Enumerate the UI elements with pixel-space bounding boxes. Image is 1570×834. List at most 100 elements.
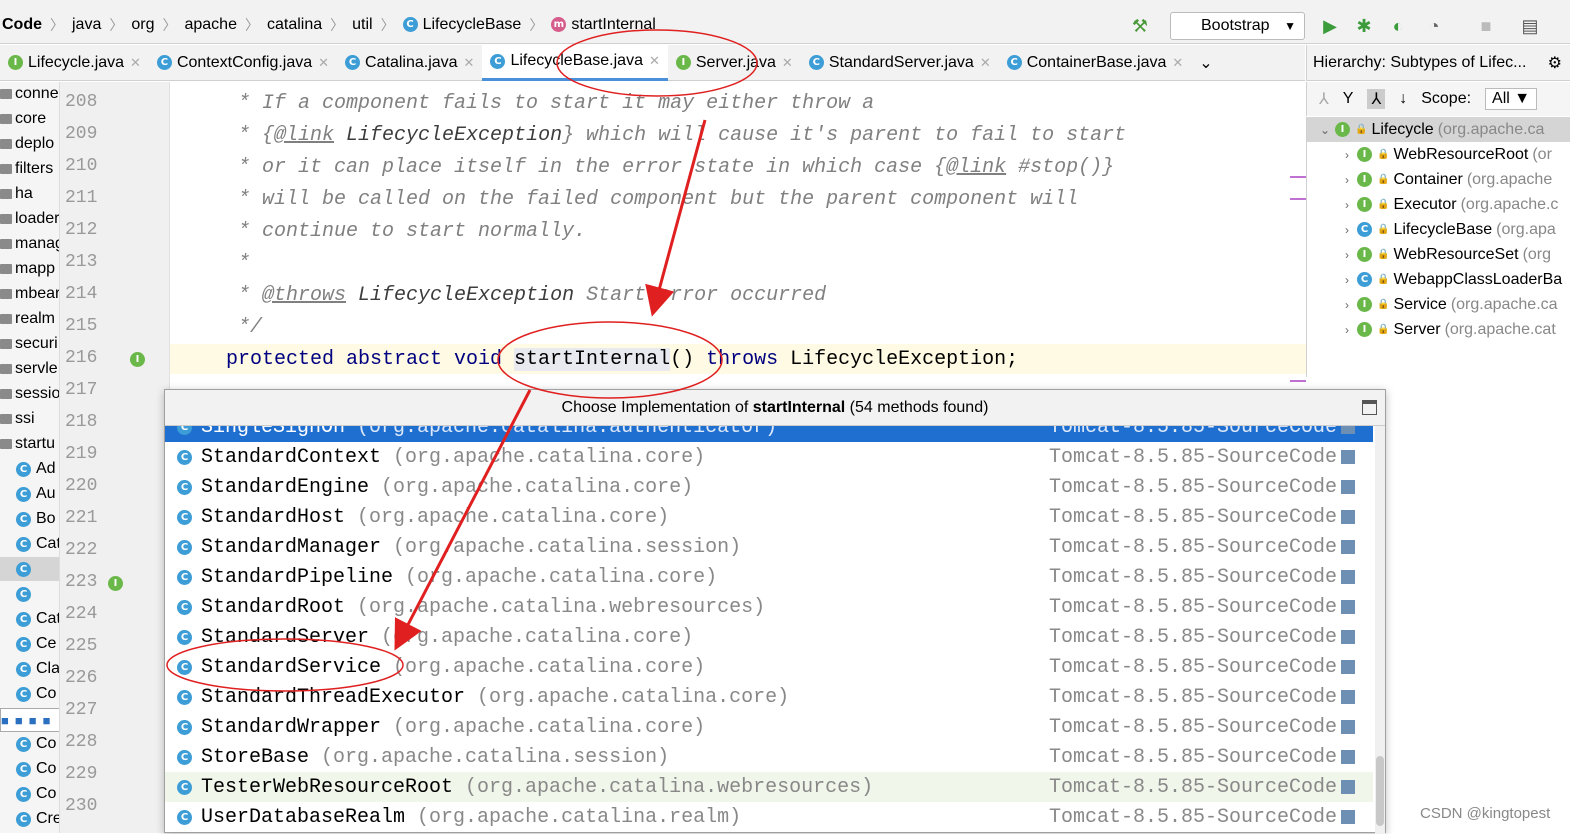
implementation-item[interactable]: C StandardThreadExecutor (org.apache.catal… — [165, 682, 1373, 712]
debug-icon[interactable]: ✱ — [1354, 16, 1374, 36]
project-tree-item[interactable]: C Cla — [0, 657, 59, 681]
supertypes-icon[interactable]: Y — [1343, 90, 1354, 108]
type-hierarchy-icon[interactable]: ⅄ — [1319, 89, 1329, 109]
project-tree-item[interactable]: C Ce — [0, 632, 56, 656]
coverage-icon[interactable]: ◐ — [1388, 16, 1408, 36]
project-tree-item[interactable]: C Co — [0, 757, 56, 781]
chevron-right-icon[interactable]: › — [1337, 298, 1357, 312]
chevron-down-icon[interactable]: ⌄ — [1199, 53, 1212, 73]
hierarchy-item[interactable]: › I 🔒 Service (org.apache.ca — [1307, 292, 1570, 317]
project-tree-item[interactable]: C Co — [0, 682, 56, 706]
close-icon[interactable]: ✕ — [1172, 55, 1183, 71]
hierarchy-item[interactable]: › I 🔒 Container (org.apache — [1307, 167, 1570, 192]
hierarchy-item[interactable]: › I 🔒 WebResourceSet (org — [1307, 242, 1570, 267]
subtypes-icon[interactable]: ⅄ — [1367, 89, 1386, 109]
tab-server[interactable]: I Server.java ✕ — [668, 45, 801, 81]
implementation-item[interactable]: C StandardHost (org.apache.catalina.core) T… — [165, 502, 1373, 532]
project-tree-item[interactable]: C Co — [0, 732, 56, 756]
chevron-right-icon[interactable]: › — [1337, 173, 1357, 187]
project-tree-item[interactable]: securi — [0, 332, 58, 356]
tab-containerbase[interactable]: C ContainerBase.java ✕ — [999, 45, 1192, 81]
run-configuration-select[interactable]: Bootstrap ▼ — [1170, 12, 1305, 40]
implementation-item[interactable]: C StandardEngine (org.apache.catalina.core… — [165, 472, 1373, 502]
implementation-item[interactable]: C StandardContext (org.apache.catalina.cor… — [165, 442, 1373, 472]
project-tree-item[interactable]: manag — [0, 232, 59, 256]
implementation-item[interactable]: C StandardService (org.apache.catalina.cor… — [165, 652, 1373, 682]
project-tree-item[interactable]: loader — [0, 207, 59, 231]
close-icon[interactable]: ✕ — [318, 55, 329, 71]
chevron-down-icon[interactable]: ⌄ — [1315, 123, 1335, 137]
implementation-item[interactable]: C SingleSignOn (org.apache.catalina.authen… — [165, 426, 1373, 442]
shirt-icon[interactable]: ■ — [29, 713, 37, 728]
chevron-right-icon[interactable]: › — [1337, 148, 1357, 162]
project-tree-item[interactable]: C Cat — [0, 532, 59, 556]
breadcrumb-item[interactable]: org — [131, 16, 154, 34]
project-tree-item[interactable]: C Co — [0, 782, 56, 806]
tab-standardserver[interactable]: C StandardServer.java ✕ — [801, 45, 999, 81]
project-tree-item[interactable]: C Au — [0, 482, 56, 506]
tab-catalina[interactable]: C Catalina.java ✕ — [337, 45, 482, 81]
project-tree-item[interactable]: servle — [0, 357, 58, 381]
close-icon[interactable]: ✕ — [980, 55, 991, 71]
close-icon[interactable]: ✕ — [782, 55, 793, 71]
project-tree-item[interactable]: mbear — [0, 282, 59, 306]
gear-icon[interactable]: ⚙ — [1548, 53, 1562, 73]
tab-lifecyclebase[interactable]: C LifecycleBase.java ✕ — [482, 44, 668, 81]
breadcrumb-item[interactable]: apache — [184, 16, 237, 34]
project-tree-item[interactable]: deplo — [0, 132, 54, 156]
project-tree-item[interactable]: realm — [0, 307, 55, 331]
sort-icon[interactable]: ↓ — [1399, 90, 1407, 108]
project-tree-item[interactable]: core — [0, 107, 46, 131]
project-tree-item[interactable]: ha — [0, 182, 33, 206]
grid-icon[interactable]: ■ — [43, 713, 51, 728]
implementation-item[interactable]: C TesterWebResourceRoot (org.apache.catali… — [165, 772, 1373, 802]
project-structure-icon[interactable]: ▤ — [1520, 16, 1540, 36]
breadcrumb-item[interactable]: catalina — [267, 16, 322, 34]
open-in-window-icon[interactable] — [1362, 400, 1377, 415]
project-tree-item[interactable]: C Cre — [0, 807, 59, 831]
build-hammer-icon[interactable]: ⚒ — [1130, 16, 1150, 36]
hierarchy-item[interactable]: › C 🔒 WebappClassLoaderBa — [1307, 267, 1570, 292]
project-tree-item[interactable]: C — [0, 557, 59, 581]
breadcrumb-item[interactable]: startInternal — [571, 16, 655, 34]
implementation-item[interactable]: C StandardWrapper (org.apache.catalina.cor… — [165, 712, 1373, 742]
scope-select[interactable]: All ▼ — [1485, 88, 1538, 110]
project-tree-item[interactable]: C — [0, 582, 36, 606]
person-icon[interactable]: ■ — [15, 713, 23, 728]
popup-scrollbar[interactable] — [1375, 426, 1385, 834]
choose-implementation-popup[interactable]: Choose Implementation of startInternal (… — [164, 389, 1386, 834]
stop-icon[interactable]: ■ — [1476, 16, 1496, 36]
run-icon[interactable]: ▶ — [1320, 16, 1340, 36]
breadcrumb-item[interactable]: util — [352, 16, 372, 34]
overrides-marker-icon[interactable]: I — [108, 576, 123, 591]
implementation-item[interactable]: C UserDatabaseRealm (org.apache.catalina.r… — [165, 802, 1373, 832]
profile-icon[interactable]: ◔ — [1424, 16, 1444, 36]
hierarchy-item[interactable]: › I 🔒 WebResourceRoot (or — [1307, 142, 1570, 167]
breadcrumb-item[interactable]: LifecycleBase — [423, 16, 522, 34]
chevron-right-icon[interactable]: › — [1337, 223, 1357, 237]
implementation-item[interactable]: C StoreBase (org.apache.catalina.session) T… — [165, 742, 1373, 772]
project-tree-item[interactable]: C Ad — [0, 457, 56, 481]
close-icon[interactable]: ✕ — [649, 53, 660, 69]
project-tree-item[interactable]: filters — [0, 157, 53, 181]
implementation-item[interactable]: C StandardManager (org.apache.catalina.ses… — [165, 532, 1373, 562]
keyboard-icon[interactable]: ■ — [1, 713, 9, 728]
breadcrumb-item[interactable]: java — [72, 16, 101, 34]
chevron-right-icon[interactable]: › — [1337, 248, 1357, 262]
project-tree-item[interactable]: ssi — [0, 407, 35, 431]
hierarchy-item[interactable]: ⌄ I 🔒 Lifecycle (org.apache.ca — [1307, 117, 1570, 142]
project-tree-item[interactable]: conne — [0, 82, 59, 106]
tab-contextconfig[interactable]: C ContextConfig.java ✕ — [149, 45, 337, 81]
hierarchy-item[interactable]: › I 🔒 Executor (org.apache.c — [1307, 192, 1570, 217]
project-tree-item[interactable]: C Cat — [0, 607, 59, 631]
chevron-right-icon[interactable]: › — [1337, 273, 1357, 287]
implementation-item[interactable]: C StandardServer (org.apache.catalina.core… — [165, 622, 1373, 652]
tab-lifecycle[interactable]: I Lifecycle.java ✕ — [0, 45, 149, 81]
hierarchy-item[interactable]: › C 🔒 LifecycleBase (org.apa — [1307, 217, 1570, 242]
project-tree-item[interactable]: startu — [0, 432, 55, 456]
project-tree-item[interactable]: mapp — [0, 257, 55, 281]
breadcrumb-item[interactable]: Code — [2, 16, 42, 34]
project-tree-item[interactable]: sessio — [0, 382, 59, 406]
project-tree-item[interactable]: C Bo — [0, 507, 56, 531]
implemented-marker-icon[interactable]: I — [130, 352, 145, 367]
